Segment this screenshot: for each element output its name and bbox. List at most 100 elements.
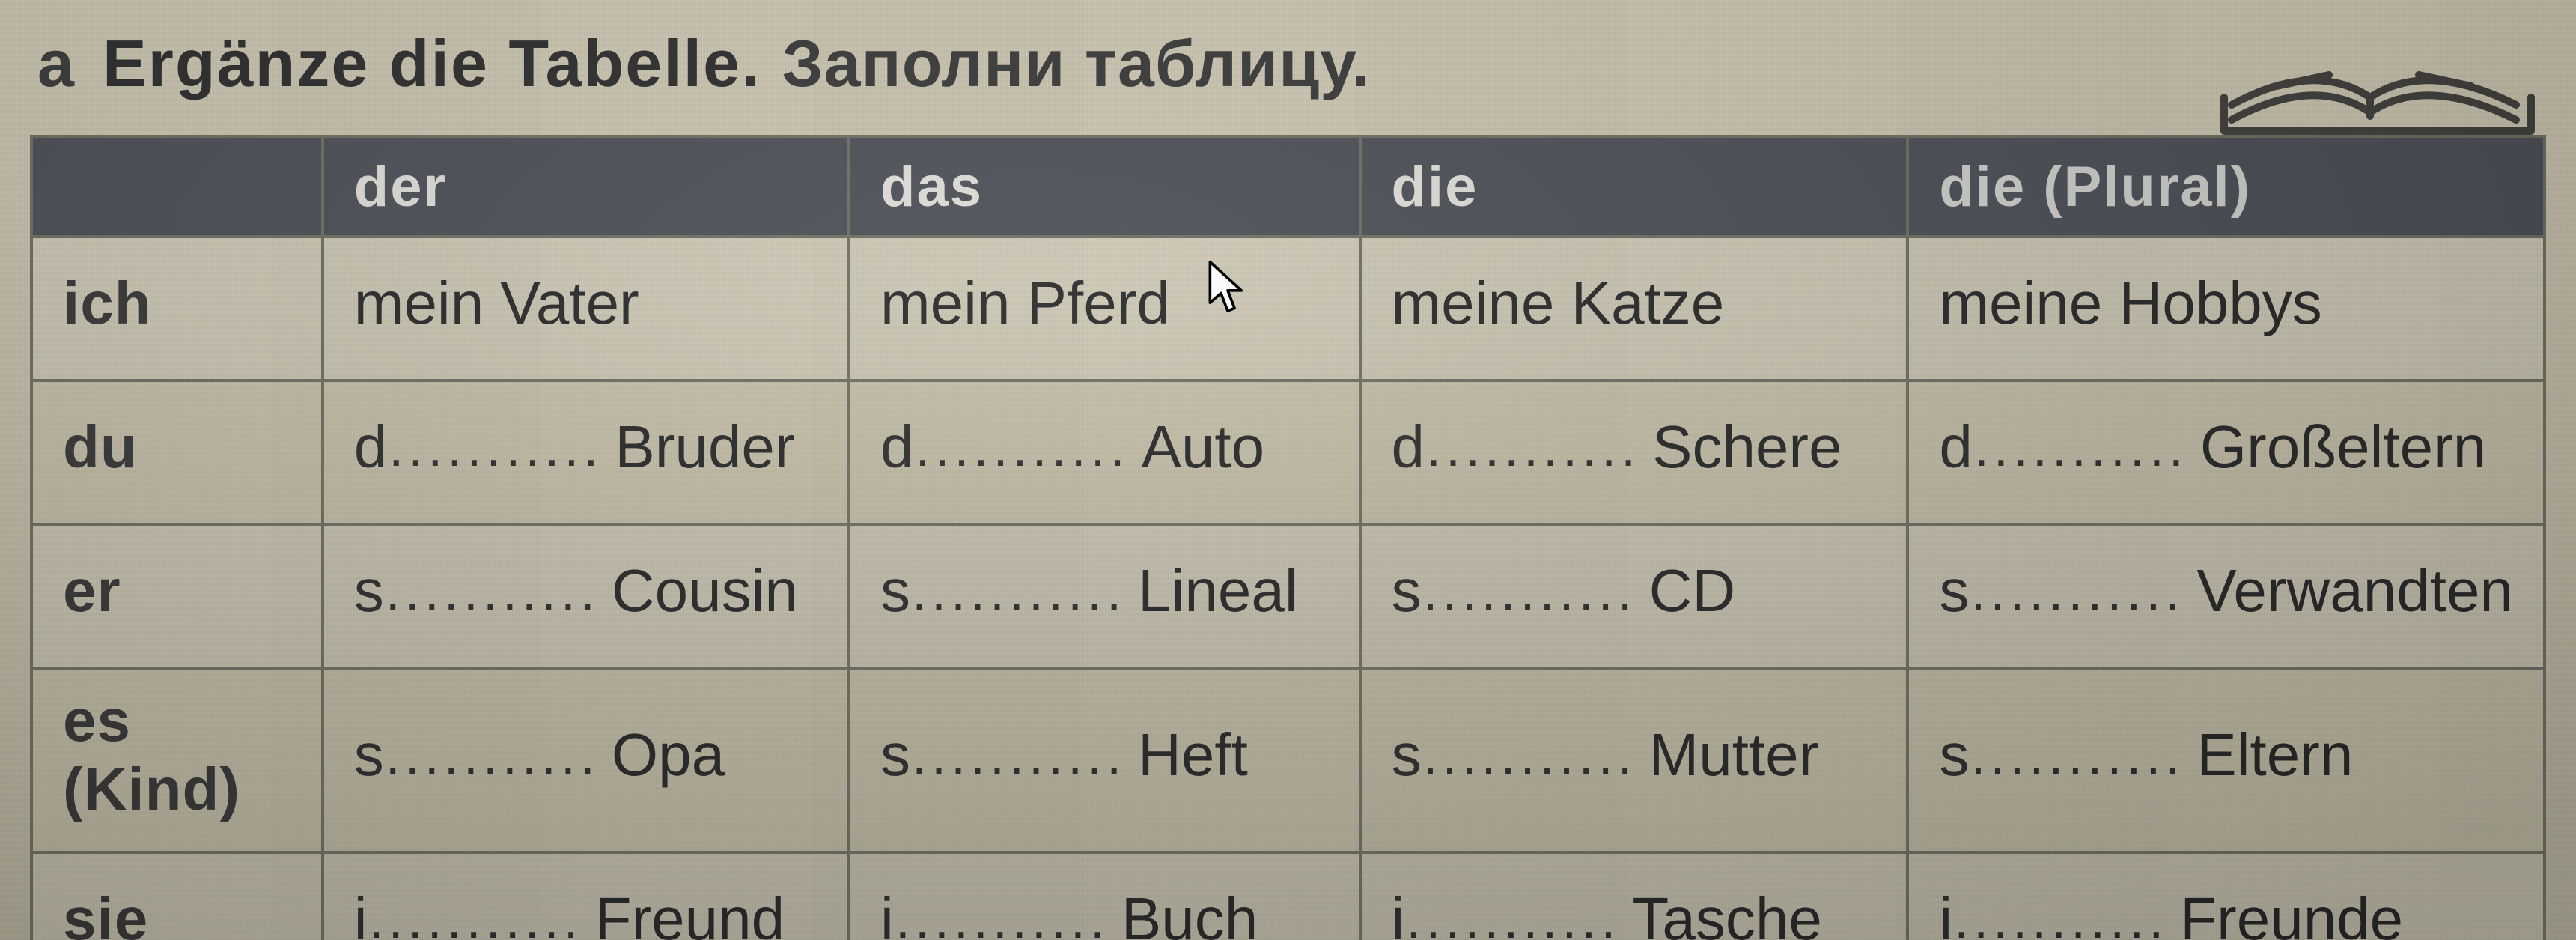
leading-letter: d	[880, 413, 914, 482]
blank-dots[interactable]: ...........	[1954, 889, 2168, 940]
noun-text: Großeltern	[2200, 413, 2486, 482]
cell-inner: s...........Verwandten	[1939, 557, 2513, 625]
leading-letter: i	[1939, 885, 1952, 940]
cell-inner: meine Katze	[1392, 269, 1877, 338]
header-die: die	[1360, 136, 1908, 237]
possessive-cell[interactable]: s...........Lineal	[849, 524, 1360, 668]
leading-letter: s	[1392, 557, 1422, 625]
possessive-cell[interactable]: i...........Freunde	[1907, 852, 2545, 940]
noun-text: Heft	[1138, 721, 1248, 789]
cell-inner: s...........Lineal	[880, 557, 1329, 625]
blank-dots[interactable]: ...........	[895, 889, 1109, 940]
row-pronoun: es (Kind)	[31, 668, 323, 852]
header-die-plural: die (Plural)	[1907, 136, 2545, 237]
possessive-cell[interactable]: d...........Bruder	[323, 380, 849, 524]
cell-inner: i...........Freunde	[1939, 885, 2513, 940]
possessive-cell[interactable]: meine Katze	[1360, 237, 1908, 380]
possessive-cell[interactable]: i...........Buch	[849, 852, 1360, 940]
blank-dots[interactable]: ...........	[1423, 561, 1637, 622]
leading-letter: s	[354, 557, 384, 625]
possessive-cell[interactable]: s...........Heft	[849, 668, 1360, 852]
cell-inner: meine Hobbys	[1939, 269, 2513, 338]
possessive-cell[interactable]: i...........Freund	[323, 852, 849, 940]
filled-text: mein Pferd	[880, 269, 1170, 338]
exercise-title-de: Ergänze die Tabelle.	[103, 25, 761, 102]
row-pronoun: du	[31, 380, 323, 524]
possessive-cell[interactable]: s...........Verwandten	[1907, 524, 2545, 668]
leading-letter: s	[1939, 721, 1969, 789]
cell-inner: d...........Bruder	[354, 413, 817, 482]
blank-dots[interactable]: ...........	[1970, 725, 2184, 786]
leading-letter: d	[1939, 413, 1973, 482]
blank-dots[interactable]: ...........	[386, 561, 600, 622]
table-row: ich mein Vater mein Pferd meine Katze meine …	[31, 237, 2545, 380]
cell-inner: d...........Schere	[1392, 413, 1877, 482]
leading-letter: s	[354, 721, 384, 789]
blank-dots[interactable]: ...........	[389, 417, 603, 479]
noun-text: CD	[1649, 557, 1736, 625]
possessive-cell[interactable]: i...........Tasche	[1360, 852, 1908, 940]
leading-letter: i	[880, 885, 894, 940]
cell-inner: s...........CD	[1392, 557, 1877, 625]
cell-inner: mein Pferd	[880, 269, 1329, 338]
header-der: der	[323, 136, 849, 237]
blank-dots[interactable]: ...........	[1406, 889, 1620, 940]
table-row: ers...........Cousins...........Lineals.…	[31, 524, 2545, 668]
noun-text: Lineal	[1138, 557, 1298, 625]
leading-letter: s	[880, 721, 910, 789]
possessive-cell[interactable]: s...........CD	[1360, 524, 1908, 668]
worksheet-page: a Ergänze die Tabelle. Заполни таблицу. …	[0, 0, 2576, 940]
cell-inner: i...........Freund	[354, 885, 817, 940]
row-pronoun: er	[31, 524, 323, 668]
table-header-row: der das die die (Plural)	[31, 136, 2545, 237]
noun-text: Tasche	[1632, 885, 1821, 940]
possessive-cell[interactable]: d...........Großeltern	[1907, 380, 2545, 524]
possessive-cell[interactable]: s...........Mutter	[1360, 668, 1908, 852]
blank-dots[interactable]: ...........	[1426, 417, 1640, 479]
blank-dots[interactable]: ...........	[369, 889, 583, 940]
cell-inner: s...........Heft	[880, 721, 1329, 789]
table-row: dud...........Bruderd...........Autod...…	[31, 380, 2545, 524]
blank-dots[interactable]: ...........	[1970, 561, 2184, 622]
table-row: es (Kind)s...........Opas...........Heft…	[31, 668, 2545, 852]
noun-text: Opa	[612, 721, 725, 789]
exercise-title-row: a Ergänze die Tabelle. Заполни таблицу.	[37, 7, 2292, 120]
filled-text: meine Katze	[1392, 269, 1725, 338]
blank-dots[interactable]: ...........	[912, 561, 1126, 622]
header-das: das	[849, 136, 1360, 237]
possessive-cell[interactable]: mein Pferd	[849, 237, 1360, 380]
leading-letter: d	[1392, 413, 1425, 482]
blank-dots[interactable]: ...........	[1974, 417, 2188, 479]
noun-text: Verwandten	[2196, 557, 2513, 625]
exercise-label: a	[37, 25, 74, 102]
row-pronoun: sie	[31, 852, 323, 940]
cell-inner: d...........Großeltern	[1939, 413, 2513, 482]
noun-text: Auto	[1142, 413, 1265, 482]
noun-text: Buch	[1121, 885, 1258, 940]
blank-dots[interactable]: ...........	[912, 725, 1126, 786]
row-pronoun: ich	[31, 237, 323, 380]
noun-text: Freund	[595, 885, 785, 940]
noun-text: Mutter	[1649, 721, 1819, 789]
possessive-cell[interactable]: d...........Auto	[849, 380, 1360, 524]
possessive-cell[interactable]: d...........Schere	[1360, 380, 1908, 524]
possessive-cell[interactable]: s...........Cousin	[323, 524, 849, 668]
leading-letter: s	[1392, 721, 1422, 789]
possessive-cell[interactable]: s...........Opa	[323, 668, 849, 852]
blank-dots[interactable]: ...........	[386, 725, 600, 786]
leading-letter: i	[1392, 885, 1405, 940]
leading-letter: s	[880, 557, 910, 625]
possessive-table: der das die die (Plural) ichmein Vaterme…	[30, 135, 2546, 940]
open-book-icon	[2202, 0, 2546, 150]
header-corner	[31, 136, 323, 237]
cell-inner: mein Vater	[354, 269, 817, 338]
leading-letter: d	[354, 413, 388, 482]
possessive-cell[interactable]: mein Vater	[323, 237, 849, 380]
cell-inner: s...........Cousin	[354, 557, 817, 625]
noun-text: Schere	[1652, 413, 1842, 482]
possessive-cell[interactable]: meine Hobbys	[1907, 237, 2545, 380]
possessive-cell[interactable]: s...........Eltern	[1907, 668, 2545, 852]
blank-dots[interactable]: ...........	[916, 417, 1130, 479]
blank-dots[interactable]: ...........	[1423, 725, 1637, 786]
cell-inner: s...........Mutter	[1392, 721, 1877, 789]
